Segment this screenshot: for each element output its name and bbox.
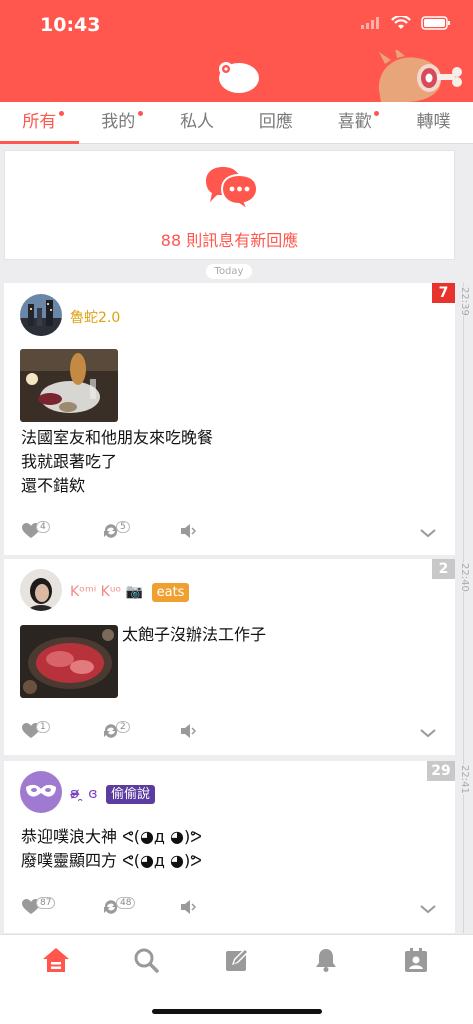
timeline-line: [463, 283, 464, 933]
nav-notifications[interactable]: [313, 947, 343, 977]
author-name[interactable]: 魯蛇2.0: [70, 307, 120, 327]
avatar[interactable]: [20, 771, 62, 813]
author-name-text: Kᵒᵐⁱ Kᵘᵒ 📷: [70, 584, 144, 600]
post-time: 22:40: [457, 563, 471, 592]
unread-dot: [59, 111, 64, 116]
battery-icon: [421, 16, 450, 30]
status-icons: [361, 16, 451, 30]
replurk-count: 2: [116, 721, 130, 733]
filter-tabs: 所有 我的 私人 回應 喜歡 轉噗: [0, 102, 473, 144]
profile-card-icon: [405, 948, 427, 972]
home-icon: [43, 948, 69, 972]
mute-button[interactable]: [180, 523, 198, 547]
nav-compose[interactable]: [224, 947, 254, 977]
date-divider: Today: [206, 264, 252, 279]
post-image[interactable]: [20, 625, 118, 698]
hotpot-photo: [20, 625, 118, 698]
tab-mine[interactable]: 我的: [79, 102, 158, 143]
response-count-badge[interactable]: 2: [432, 559, 455, 579]
plurk-card[interactable]: 7 魯蛇2.0 法國室友和他朋友來吃晚餐 我就跟著吃了 還不錯欸 4 5: [4, 283, 455, 555]
response-count-badge[interactable]: 29: [427, 761, 455, 781]
author-name[interactable]: ʚ̴̶̷̷ ̯ ɞ 偷偷說: [70, 785, 155, 804]
qualifier-badge: 偷偷說: [105, 785, 155, 804]
avatar[interactable]: [20, 569, 62, 611]
tab-all[interactable]: 所有: [0, 102, 79, 144]
post-image[interactable]: [20, 349, 118, 422]
like-button[interactable]: 87: [22, 897, 56, 923]
like-count: 87: [36, 897, 56, 909]
tab-label: 轉噗: [416, 112, 451, 132]
plurk-logo-icon[interactable]: [214, 56, 260, 94]
speaker-icon: [181, 724, 197, 738]
expand-button[interactable]: [420, 723, 436, 747]
replurk-count: 48: [116, 897, 136, 909]
post-actions: 87 48: [22, 897, 442, 923]
chat-bubbles-icon: [206, 167, 259, 211]
post-time: 22:39: [457, 287, 471, 316]
meat-mascot-icon: [378, 50, 462, 102]
signal-icon: [361, 17, 379, 29]
replurk-button[interactable]: 48: [102, 897, 136, 923]
bell-icon: [316, 949, 336, 972]
status-time: 10:43: [40, 14, 101, 36]
post-content: 太飽子沒辦法工作子: [122, 625, 267, 644]
unread-dot: [137, 111, 143, 116]
speaker-icon: [181, 524, 197, 538]
speaker-icon: [181, 900, 197, 914]
avatar[interactable]: [20, 294, 62, 336]
avatar-city-image: [20, 294, 62, 336]
mute-button[interactable]: [180, 899, 198, 923]
like-button[interactable]: 4: [22, 521, 50, 547]
mute-button[interactable]: [180, 723, 198, 747]
chevron-down-icon: [420, 729, 436, 738]
mask-avatar-icon: [20, 771, 62, 813]
author-name-text: ʚ̴̶̷̷ ̯ ɞ: [70, 786, 98, 802]
post-content: 法國室友和他朋友來吃晚餐 我就跟著吃了 還不錯欸: [21, 428, 214, 495]
plurk-card[interactable]: 29 ʚ̴̶̷̷ ̯ ɞ 偷偷說 恭迎噗浪大神 ᕙ(◕д ◕)ᕗ 廢噗靈顯四方 …: [4, 761, 455, 933]
expand-button[interactable]: [420, 523, 436, 547]
app-header: 10:43: [0, 0, 473, 102]
avatar-portrait-image: [20, 569, 62, 611]
tab-label: 喜歡: [337, 112, 372, 132]
tab-label: 私人: [180, 112, 215, 132]
wifi-icon: [391, 16, 411, 29]
post-actions: 4 5: [22, 521, 442, 547]
home-indicator: [152, 1009, 322, 1014]
tab-private[interactable]: 私人: [158, 102, 237, 143]
expand-button[interactable]: [420, 899, 436, 923]
author-name[interactable]: Kᵒᵐⁱ Kᵘᵒ 📷 eats: [70, 583, 190, 602]
replurk-button[interactable]: 5: [102, 521, 130, 547]
new-responses-notice[interactable]: 88 則訊息有新回應: [4, 150, 455, 260]
tab-label: 所有: [22, 112, 57, 132]
plurk-card[interactable]: 2 Kᵒᵐⁱ Kᵘᵒ 📷 eats 太飽子沒辦法工作子 1 2: [4, 559, 455, 755]
post-actions: 1 2: [22, 721, 442, 747]
chevron-down-icon: [420, 529, 436, 538]
like-button[interactable]: 1: [22, 721, 50, 747]
notice-text: 88 則訊息有新回應: [160, 231, 299, 250]
like-count: 4: [36, 521, 50, 533]
unread-dot: [374, 111, 380, 116]
like-count: 1: [36, 721, 50, 733]
post-time: 22:41: [457, 765, 471, 794]
replurk-button[interactable]: 2: [102, 721, 130, 747]
tab-liked[interactable]: 喜歡: [315, 102, 394, 143]
chevron-down-icon: [420, 905, 436, 914]
search-icon: [134, 948, 159, 973]
tab-replurked[interactable]: 轉噗: [394, 102, 473, 143]
tab-label: 回應: [258, 112, 293, 132]
dinner-photo: [20, 349, 118, 422]
replurk-count: 5: [116, 521, 130, 533]
post-content: 恭迎噗浪大神 ᕙ(◕д ◕)ᕗ 廢噗靈顯四方 ᕙ(◕д ◕)ᕗ: [21, 827, 202, 870]
tab-label: 我的: [101, 112, 136, 132]
nav-profile[interactable]: [403, 947, 433, 977]
compose-icon: [226, 948, 249, 971]
qualifier-badge: eats: [151, 583, 190, 602]
tab-responded[interactable]: 回應: [236, 102, 315, 143]
nav-home[interactable]: [42, 947, 72, 977]
nav-search[interactable]: [133, 947, 163, 977]
response-count-badge[interactable]: 7: [432, 283, 455, 303]
